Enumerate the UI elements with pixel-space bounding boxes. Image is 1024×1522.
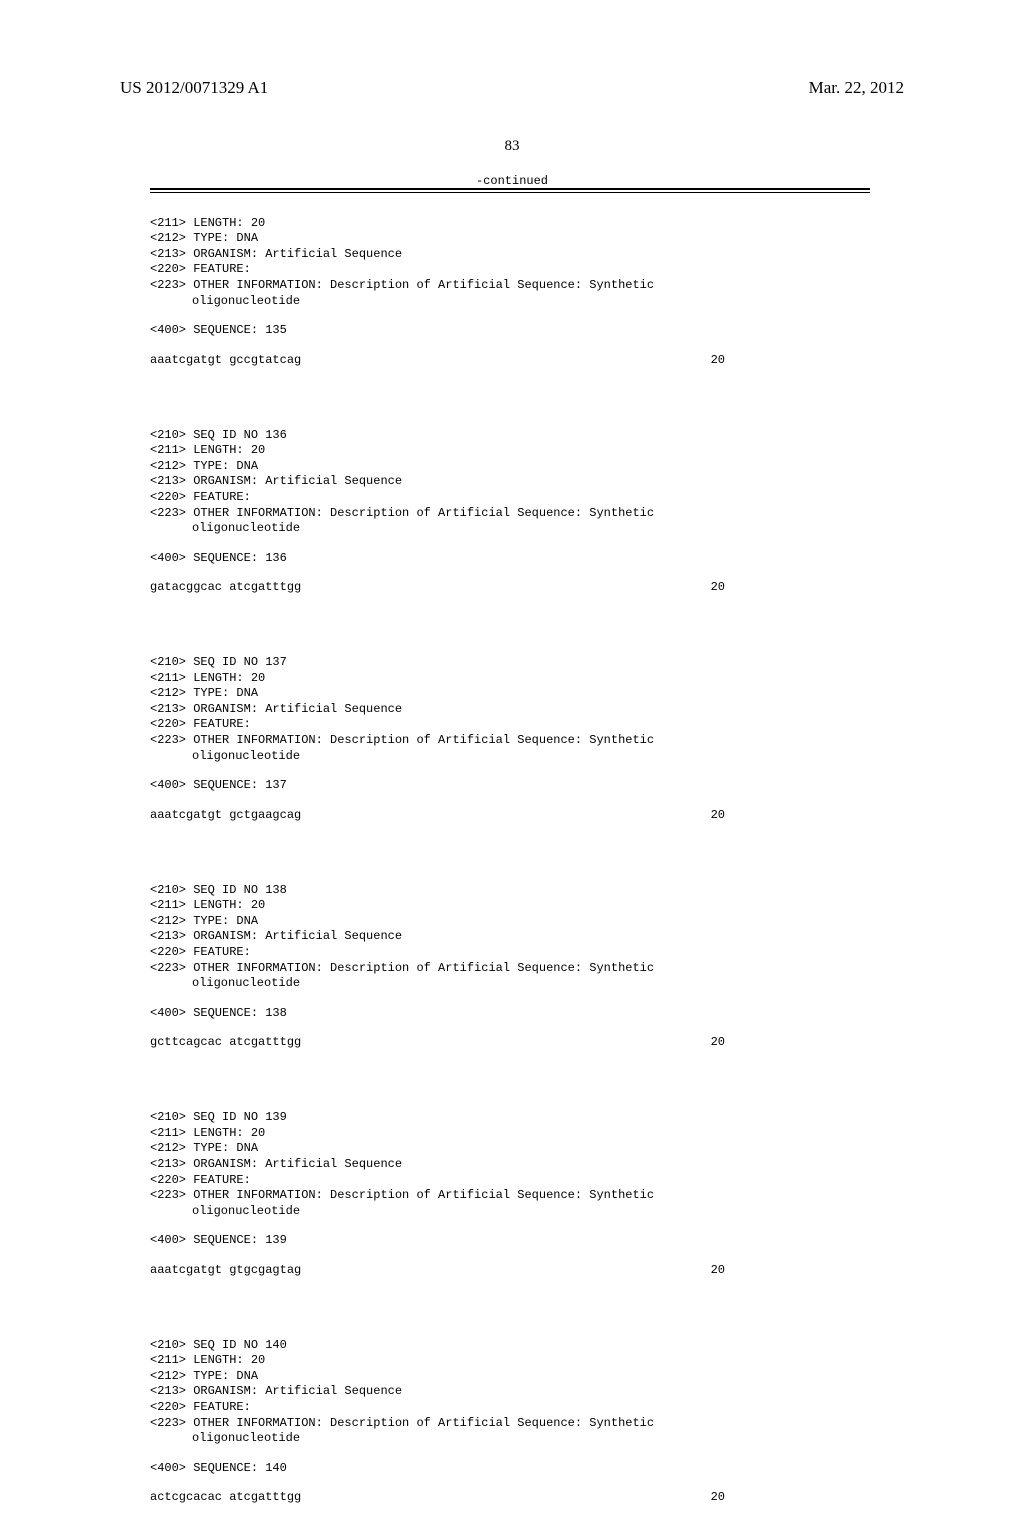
sequence-listing: <211> LENGTH: 20<212> TYPE: DNA<213> ORG… [150,200,870,1522]
divider-bottom [150,192,870,193]
other-info-line-1: <223> OTHER INFORMATION: Description of … [150,1416,870,1432]
divider-top [150,188,870,190]
type-line: <212> TYPE: DNA [150,1369,870,1385]
seq-id-line: <210> SEQ ID NO 137 [150,655,870,671]
feature-line: <220> FEATURE: [150,945,870,961]
sequence-header: <400> SEQUENCE: 135 [150,323,870,339]
sequence-length: 20 [711,580,725,596]
sequence-header: <400> SEQUENCE: 140 [150,1461,870,1477]
length-line: <211> LENGTH: 20 [150,671,870,687]
length-line: <211> LENGTH: 20 [150,216,870,232]
other-info-line-1: <223> OTHER INFORMATION: Description of … [150,278,870,294]
other-info-line-2: oligonucleotide [150,1204,870,1220]
sequence-line: aaatcgatgt gctgaagcag 20 [150,808,725,824]
type-line: <212> TYPE: DNA [150,231,870,247]
organism-line: <213> ORGANISM: Artificial Sequence [150,474,870,490]
page-header: US 2012/0071329 A1 Mar. 22, 2012 [0,78,1024,98]
organism-line: <213> ORGANISM: Artificial Sequence [150,929,870,945]
feature-line: <220> FEATURE: [150,717,870,733]
length-line: <211> LENGTH: 20 [150,898,870,914]
feature-line: <220> FEATURE: [150,1400,870,1416]
sequence-text: aaatcgatgt gctgaagcag [150,808,301,824]
other-info-line-2: oligonucleotide [150,1431,870,1447]
sequence-text: aaatcgatgt gtgcgagtag [150,1263,301,1279]
sequence-text: gatacggcac atcgatttgg [150,580,301,596]
organism-line: <213> ORGANISM: Artificial Sequence [150,1157,870,1173]
length-line: <211> LENGTH: 20 [150,1126,870,1142]
sequence-header: <400> SEQUENCE: 136 [150,551,870,567]
sequence-text: aaatcgatgt gccgtatcag [150,353,301,369]
seq-block-139: <210> SEQ ID NO 139<211> LENGTH: 20<212>… [150,1110,870,1278]
seq-id-line: <210> SEQ ID NO 136 [150,428,870,444]
feature-line: <220> FEATURE: [150,262,870,278]
organism-line: <213> ORGANISM: Artificial Sequence [150,247,870,263]
sequence-length: 20 [711,1263,725,1279]
organism-line: <213> ORGANISM: Artificial Sequence [150,1384,870,1400]
sequence-length: 20 [711,353,725,369]
other-info-line-2: oligonucleotide [150,976,870,992]
other-info-line-2: oligonucleotide [150,294,870,310]
sequence-line: aaatcgatgt gtgcgagtag 20 [150,1263,725,1279]
type-line: <212> TYPE: DNA [150,1141,870,1157]
sequence-line: gatacggcac atcgatttgg 20 [150,580,725,596]
seq-block-137: <210> SEQ ID NO 137<211> LENGTH: 20<212>… [150,655,870,823]
sequence-length: 20 [711,1035,725,1051]
sequence-header: <400> SEQUENCE: 137 [150,778,870,794]
length-line: <211> LENGTH: 20 [150,1353,870,1369]
feature-line: <220> FEATURE: [150,1173,870,1189]
type-line: <212> TYPE: DNA [150,914,870,930]
sequence-header: <400> SEQUENCE: 139 [150,1233,870,1249]
other-info-line-1: <223> OTHER INFORMATION: Description of … [150,506,870,522]
page-number: 83 [0,138,1024,155]
publication-date: Mar. 22, 2012 [809,78,904,98]
length-line: <211> LENGTH: 20 [150,443,870,459]
sequence-line: gcttcagcac atcgatttgg 20 [150,1035,725,1051]
other-info-line-1: <223> OTHER INFORMATION: Description of … [150,961,870,977]
sequence-line: aaatcgatgt gccgtatcag 20 [150,353,725,369]
continued-label: -continued [0,174,1024,188]
other-info-line-1: <223> OTHER INFORMATION: Description of … [150,733,870,749]
sequence-text: actcgcacac atcgatttgg [150,1490,301,1506]
type-line: <212> TYPE: DNA [150,459,870,475]
other-info-line-2: oligonucleotide [150,749,870,765]
seq-id-line: <210> SEQ ID NO 139 [150,1110,870,1126]
other-info-line-1: <223> OTHER INFORMATION: Description of … [150,1188,870,1204]
seq-block-135: <211> LENGTH: 20<212> TYPE: DNA<213> ORG… [150,216,870,369]
seq-block-138: <210> SEQ ID NO 138<211> LENGTH: 20<212>… [150,883,870,1051]
publication-number: US 2012/0071329 A1 [120,78,268,98]
seq-id-line: <210> SEQ ID NO 138 [150,883,870,899]
seq-block-136: <210> SEQ ID NO 136<211> LENGTH: 20<212>… [150,428,870,596]
sequence-text: gcttcagcac atcgatttgg [150,1035,301,1051]
seq-block-140: <210> SEQ ID NO 140<211> LENGTH: 20<212>… [150,1338,870,1506]
other-info-line-2: oligonucleotide [150,521,870,537]
feature-line: <220> FEATURE: [150,490,870,506]
type-line: <212> TYPE: DNA [150,686,870,702]
seq-id-line: <210> SEQ ID NO 140 [150,1338,870,1354]
sequence-line: actcgcacac atcgatttgg 20 [150,1490,725,1506]
organism-line: <213> ORGANISM: Artificial Sequence [150,702,870,718]
sequence-length: 20 [711,808,725,824]
sequence-length: 20 [711,1490,725,1506]
sequence-header: <400> SEQUENCE: 138 [150,1006,870,1022]
